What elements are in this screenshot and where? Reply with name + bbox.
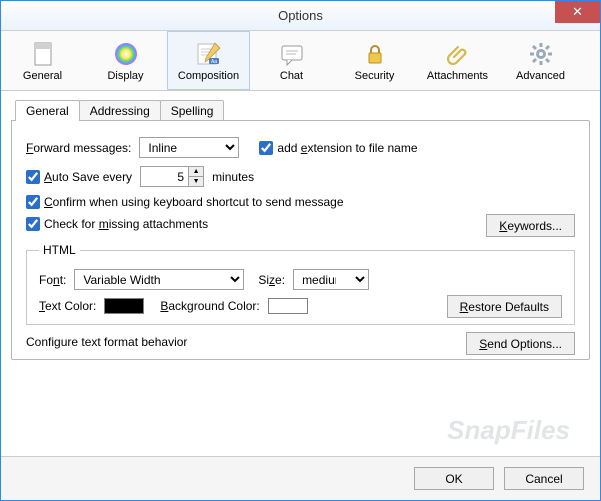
autosave-spinner[interactable]: ▲▼ (140, 166, 204, 187)
category-attachments[interactable]: Attachments (416, 31, 499, 90)
dialog-footer: OK Cancel (1, 456, 600, 500)
tab-general[interactable]: General (15, 100, 80, 121)
composition-icon: Aa (195, 40, 223, 68)
confirm-send-input[interactable] (26, 195, 40, 209)
send-options-button[interactable]: Send Options... (466, 332, 575, 355)
close-button[interactable]: ✕ (555, 1, 600, 23)
bg-color-label: Background Color: (160, 299, 259, 313)
text-color-swatch[interactable] (104, 298, 144, 314)
size-label: Size: (258, 273, 285, 287)
category-label: Attachments (427, 70, 488, 82)
advanced-icon (527, 40, 555, 68)
security-icon (361, 40, 389, 68)
add-extension-label: add extension to file name (277, 141, 417, 155)
titlebar: Options ✕ (1, 1, 600, 31)
category-toolbar: General Display Aa Composition Chat Secu… (1, 31, 600, 91)
category-label: Composition (178, 70, 239, 82)
missing-attachments-input[interactable] (26, 217, 40, 231)
chat-icon (278, 40, 306, 68)
category-label: Security (355, 70, 395, 82)
category-display[interactable]: Display (84, 31, 167, 90)
text-color-label: Text Color: (39, 299, 96, 313)
forward-select[interactable]: Inline (139, 137, 239, 158)
confirm-send-label: Confirm when using keyboard shortcut to … (44, 195, 344, 209)
configure-format-label: Configure text format behavior (26, 335, 187, 349)
category-advanced[interactable]: Advanced (499, 31, 582, 90)
autosave-checkbox[interactable]: Auto Save every (26, 170, 132, 184)
tab-panel-general: Forward messages: Inline add extension t… (11, 120, 590, 360)
keywords-button[interactable]: Keywords... (486, 214, 575, 237)
size-select[interactable]: medium (293, 269, 369, 290)
missing-attachments-checkbox[interactable]: Check for missing attachments (26, 217, 208, 231)
category-label: Display (107, 70, 143, 82)
font-select[interactable]: Variable Width (74, 269, 244, 290)
autosave-value[interactable] (140, 166, 188, 187)
category-label: Advanced (516, 70, 565, 82)
category-security[interactable]: Security (333, 31, 416, 90)
bg-color-swatch[interactable] (268, 298, 308, 314)
confirm-send-checkbox[interactable]: Confirm when using keyboard shortcut to … (26, 195, 344, 209)
spinner-buttons[interactable]: ▲▼ (188, 166, 204, 187)
category-composition[interactable]: Aa Composition (167, 31, 250, 90)
autosave-input[interactable] (26, 170, 40, 184)
ok-button[interactable]: OK (414, 467, 494, 490)
tab-strip: General Addressing Spelling (15, 100, 590, 121)
cancel-button[interactable]: Cancel (504, 467, 584, 490)
missing-attachments-label: Check for missing attachments (44, 217, 208, 231)
restore-defaults-button[interactable]: Restore Defaults (447, 295, 562, 318)
html-fieldset: HTML Font: Variable Width Size: medium T… (26, 243, 575, 325)
add-extension-checkbox[interactable]: add extension to file name (259, 141, 417, 155)
attachments-icon (444, 40, 472, 68)
add-extension-input[interactable] (259, 141, 273, 155)
category-label: Chat (280, 70, 303, 82)
font-label: Font: (39, 273, 66, 287)
content-area: General Addressing Spelling Forward mess… (1, 91, 600, 456)
window-title: Options (278, 8, 323, 23)
category-chat[interactable]: Chat (250, 31, 333, 90)
autosave-minutes-label: minutes (212, 170, 254, 184)
tab-spelling[interactable]: Spelling (160, 100, 225, 121)
display-icon (112, 40, 140, 68)
tab-addressing[interactable]: Addressing (79, 100, 161, 121)
chevron-up-icon[interactable]: ▲ (189, 167, 203, 177)
close-icon: ✕ (572, 4, 583, 20)
category-label: General (23, 70, 62, 82)
forward-label: Forward messages: (26, 141, 131, 155)
general-icon (29, 40, 57, 68)
svg-text:Aa: Aa (210, 59, 216, 65)
autosave-label: Auto Save every (44, 170, 132, 184)
chevron-down-icon[interactable]: ▼ (189, 177, 203, 186)
html-legend: HTML (39, 243, 80, 257)
category-general[interactable]: General (1, 31, 84, 90)
